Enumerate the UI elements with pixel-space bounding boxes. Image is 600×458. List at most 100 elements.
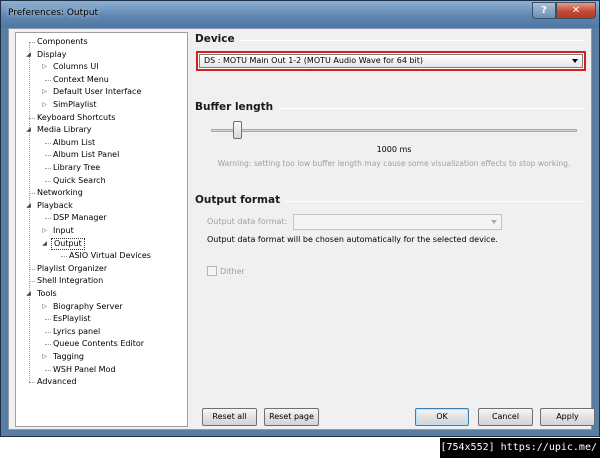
tree-item-label: Components <box>37 37 88 46</box>
tree-item-advanced[interactable]: Advanced <box>16 376 186 389</box>
tree-item-label: Biography Server <box>53 301 123 311</box>
collapsed-icon[interactable]: ▷ <box>41 99 48 111</box>
tree-item-asio-virtual-devices[interactable]: ASIO Virtual Devices <box>16 250 186 263</box>
tree-item-quick-search[interactable]: Quick Search <box>16 175 186 188</box>
tree-item-columns-ui[interactable]: ▷ Columns UI <box>16 61 186 74</box>
chevron-down-icon <box>572 59 578 63</box>
tree-item-queue-contents-editor[interactable]: Queue Contents Editor <box>16 338 186 351</box>
tree-item-label: Keyboard Shortcuts <box>37 112 116 122</box>
collapsed-icon[interactable]: ▷ <box>41 225 48 237</box>
tree-item-biography-server[interactable]: ▷ Biography Server <box>16 301 186 314</box>
tree-item-label: Networking <box>37 188 83 198</box>
watermark: [754x552] https://upic.me/ <box>440 438 600 458</box>
buffer-heading: Buffer length <box>195 101 274 113</box>
tree-item-wsh-panel-mod[interactable]: WSH Panel Mod <box>16 364 186 377</box>
divider <box>278 108 585 109</box>
output-data-format-dropdown[interactable] <box>293 214 502 230</box>
tree-item-label: Playlist Organizer <box>37 263 108 273</box>
buffer-value-label: 1000 ms <box>376 145 412 154</box>
divider <box>240 40 585 41</box>
tree-item-label: Tools <box>37 289 57 298</box>
tree-item-label: Album List Panel <box>53 150 120 160</box>
tree-item-shell-integration[interactable]: Shell Integration <box>16 275 186 288</box>
tree-item-label: Default User Interface <box>53 87 142 97</box>
tree-item-display[interactable]: ◢ Display <box>16 49 186 62</box>
dither-checkbox[interactable] <box>207 266 217 276</box>
reset-page-button[interactable]: Reset page <box>264 408 319 426</box>
buffer-slider-track[interactable] <box>211 129 577 132</box>
tree-item-label: Queue Contents Editor <box>53 339 145 349</box>
tree-item-media-library[interactable]: ◢ Media Library <box>16 124 186 137</box>
help-button[interactable]: ? <box>532 2 556 19</box>
tree-item-album-list[interactable]: Album List <box>16 137 186 150</box>
buffer-warning: Warning: setting too low buffer length m… <box>217 159 571 168</box>
tree-item-library-tree[interactable]: Library Tree <box>16 162 186 175</box>
settings-panel: Device DS : MOTU Main Out 1-2 (MOTU Audi… <box>195 29 595 431</box>
preferences-window: Preferences: Output ? ✕ Components ◢ Displ… <box>0 0 600 437</box>
expanded-icon[interactable]: ◢ <box>25 288 32 300</box>
collapsed-icon[interactable]: ▷ <box>41 301 48 313</box>
device-dropdown[interactable]: DS : MOTU Main Out 1-2 (MOTU Audio Wave … <box>196 51 586 71</box>
close-button[interactable]: ✕ <box>556 2 596 19</box>
expanded-icon[interactable]: ◢ <box>41 238 48 250</box>
window-title: Preferences: Output <box>8 8 99 18</box>
title-bar[interactable]: Preferences: Output ? ✕ <box>1 1 599 28</box>
collapsed-icon[interactable]: ▷ <box>41 351 48 363</box>
tree-item-label: DSP Manager <box>53 213 107 223</box>
tree-item-label: Library Tree <box>53 163 101 172</box>
output-format-heading: Output format <box>195 194 281 206</box>
tree-item-tagging[interactable]: ▷ Tagging <box>16 351 186 364</box>
buffer-slider-thumb[interactable] <box>232 121 242 139</box>
expanded-icon[interactable]: ◢ <box>25 124 32 136</box>
help-icon: ? <box>541 5 547 16</box>
tree-item-default-user-interface[interactable]: ▷ Default User Interface <box>16 86 186 99</box>
tree-item-dsp-manager[interactable]: DSP Manager <box>16 212 186 225</box>
tree-item-label: Output <box>51 237 85 250</box>
device-heading: Device <box>195 33 235 45</box>
tree-item-label: Playback <box>37 200 73 210</box>
tree-item-esplaylist[interactable]: EsPlaylist <box>16 313 186 326</box>
tree-item-label: WSH Panel Mod <box>53 364 116 374</box>
ok-button[interactable]: OK <box>415 408 469 426</box>
tree-item-playback[interactable]: ◢ Playback <box>16 200 186 213</box>
dialog-client-area: Components ◢ Display ▷ Columns UI Context Men… <box>8 28 595 431</box>
tree-item-label: Input <box>53 226 74 235</box>
tree-item-context-menu[interactable]: Context Menu <box>16 74 186 87</box>
tree-item-label: Lyrics panel <box>53 326 101 336</box>
tree-item-label: Advanced <box>37 377 77 387</box>
dither-label: Dither <box>220 267 245 276</box>
tree-item-lyrics-panel[interactable]: Lyrics panel <box>16 326 186 339</box>
collapsed-icon[interactable]: ▷ <box>41 86 48 98</box>
reset-all-button[interactable]: Reset all <box>202 408 257 426</box>
tree-item-tools[interactable]: ◢ Tools <box>16 288 186 301</box>
tree-item-label: Context Menu <box>53 74 109 84</box>
tree-item-input[interactable]: ▷ Input <box>16 225 186 238</box>
chevron-down-icon <box>491 220 497 224</box>
tree-item-simplaylist[interactable]: ▷ SimPlaylist <box>16 99 186 112</box>
tree-item-networking[interactable]: Networking <box>16 187 186 200</box>
tree-item-output[interactable]: ◢ Output <box>16 237 186 251</box>
tree-item-label: ASIO Virtual Devices <box>69 251 151 261</box>
device-selected-value: DS : MOTU Main Out 1-2 (MOTU Audio Wave … <box>204 56 424 65</box>
close-icon: ✕ <box>571 5 581 16</box>
tree-item-label: Shell Integration <box>37 276 104 286</box>
preferences-tree[interactable]: Components ◢ Display ▷ Columns UI Context Men… <box>15 32 188 427</box>
apply-button[interactable]: Apply <box>540 408 595 426</box>
tree-item-label: Columns UI <box>53 62 99 72</box>
cancel-button[interactable]: Cancel <box>478 408 533 426</box>
tree-item-label: EsPlaylist <box>53 314 91 324</box>
tree-item-label: Media Library <box>37 125 92 135</box>
tree-item-keyboard-shortcuts[interactable]: Keyboard Shortcuts <box>16 112 186 125</box>
tree-item-label: Display <box>37 49 67 59</box>
tree-item-label: Album List <box>53 137 96 147</box>
tree-item-album-list-panel[interactable]: Album List Panel <box>16 149 186 162</box>
divider <box>285 201 585 202</box>
expanded-icon[interactable]: ◢ <box>25 49 32 61</box>
expanded-icon[interactable]: ◢ <box>25 200 32 212</box>
tree-item-components[interactable]: Components <box>16 36 186 49</box>
collapsed-icon[interactable]: ▷ <box>41 61 48 73</box>
tree-item-playlist-organizer[interactable]: Playlist Organizer <box>16 263 186 276</box>
output-format-note: Output data format will be chosen automa… <box>207 235 498 244</box>
tree-item-label: Quick Search <box>53 175 106 185</box>
output-data-format-label: Output data format: <box>207 217 288 226</box>
